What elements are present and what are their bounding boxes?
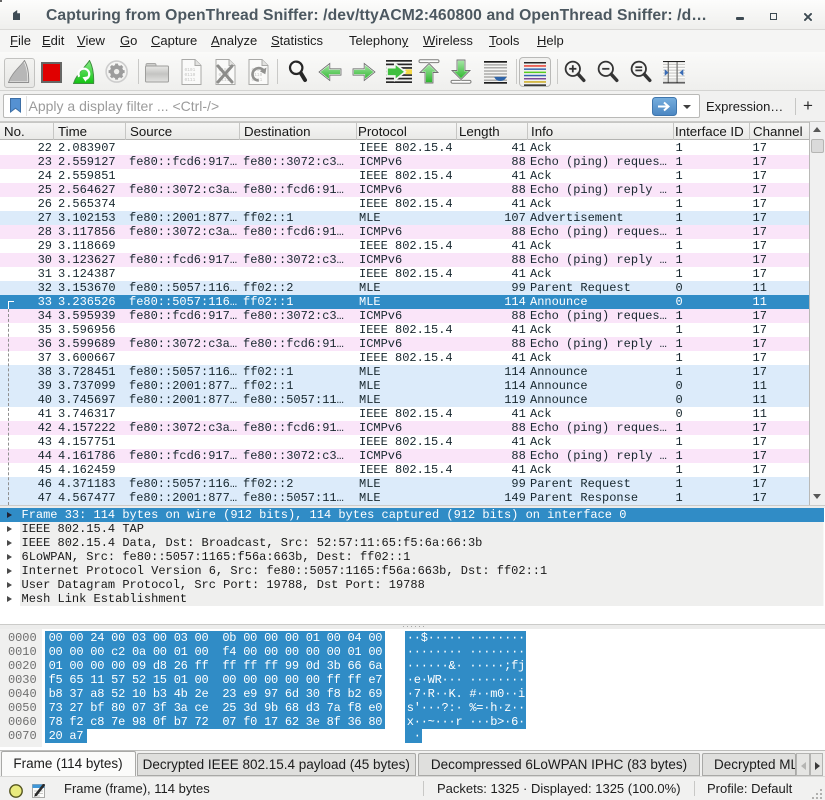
svg-text:0111: 0111 (185, 77, 196, 83)
